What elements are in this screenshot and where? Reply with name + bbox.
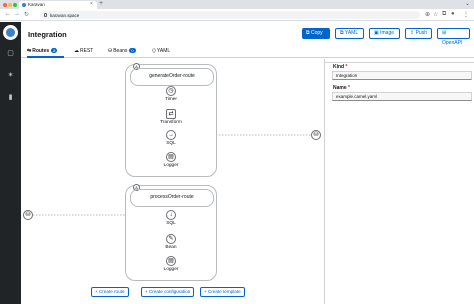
tab-routes[interactable]: ⇆Routes 2 — [27, 46, 64, 58]
kind-field[interactable]: Integration — [332, 71, 472, 80]
logger-icon: ▤ — [166, 152, 176, 162]
rest-icon: ☁ — [74, 48, 79, 54]
step-label: Transform — [160, 120, 182, 125]
maximize-window-button[interactable] — [13, 3, 17, 7]
create-route-button[interactable]: + Create route — [91, 287, 129, 297]
tab-close-icon[interactable]: × — [90, 1, 93, 7]
clock-icon: ◷ — [166, 86, 176, 96]
send-arrow-icon: → — [166, 130, 176, 140]
address-bar: ← → ↻ karavan.space ⊕ ☆ ⧉ ● ⋮ — [0, 9, 474, 21]
browser-menu-icon[interactable]: ⋮ — [463, 11, 469, 18]
openapi-button-label: OpenAPI — [442, 39, 463, 46]
route-name: processOrder-route — [150, 194, 194, 200]
kind-label: Kind * — [333, 64, 347, 70]
design-canvas[interactable]: A generateOrder-route ◷ Timer ⇄ Transfor… — [21, 59, 324, 304]
name-label: Name * — [333, 85, 350, 91]
integrations-icon[interactable]: ▢ — [6, 49, 15, 58]
image-button[interactable]: ▣ Image — [369, 28, 400, 39]
yaml-button[interactable]: ⧉ YAML — [335, 28, 364, 39]
tab-routes-label: Routes — [32, 48, 50, 54]
route-header[interactable]: generateOrder-route — [130, 68, 214, 86]
side-navigation: ▢ ✶ ▮ — [0, 22, 21, 304]
push-button[interactable]: ⇪ Push — [405, 28, 432, 39]
browser-tab[interactable]: Karavan × — [19, 1, 97, 9]
image-button-label: Image — [380, 30, 395, 36]
route-name: generateOrder-route — [149, 73, 195, 79]
tab-search-icon[interactable]: ⌄ — [465, 0, 470, 7]
copy-button-label: Copy — [310, 30, 323, 36]
step-label: Timer — [164, 97, 178, 102]
tab-beans[interactable]: ⛁Beans 0 — [108, 46, 144, 58]
create-configuration-button[interactable]: + Create configuration — [141, 287, 195, 297]
karavan-favicon-icon — [22, 3, 26, 7]
page-title: Integration — [28, 30, 67, 39]
logo-mark — [6, 28, 15, 37]
back-arrow-icon[interactable]: ← — [5, 11, 11, 17]
step-label: Bean — [165, 245, 177, 250]
bean-icon: ✎ — [166, 234, 176, 244]
beans-icon: ⛁ — [108, 48, 113, 54]
profile-icon[interactable]: ● — [451, 11, 455, 17]
properties-panel: Kind * Integration Name * example.camel.… — [324, 59, 474, 304]
minimize-window-button[interactable] — [8, 3, 12, 7]
components-icon[interactable]: ▮ — [6, 93, 15, 102]
browser-tab-bar: Karavan × + ⌄ — [0, 0, 474, 9]
designer-tabs: ⇆Routes 2 ☁REST ⛁Beans 0 ⟨⟩YAML — [21, 46, 474, 58]
kind-label-text: Kind — [333, 64, 345, 70]
tab-yaml-label: YAML — [156, 48, 171, 54]
transform-icon: ⇄ — [166, 109, 176, 119]
code-icon: ⟨⟩ — [152, 48, 156, 54]
tab-yaml[interactable]: ⟨⟩YAML — [152, 46, 180, 58]
close-window-button[interactable] — [3, 3, 7, 7]
browser-tab-title: Karavan — [28, 2, 45, 7]
yaml-button-label: YAML — [344, 30, 359, 36]
receive-arrow-icon: ↓ — [166, 210, 176, 220]
url-text: karavan.space — [50, 12, 80, 18]
step-label: Logger — [163, 163, 179, 168]
push-button-label: Push — [415, 30, 427, 36]
step-label: SQL — [166, 221, 176, 226]
extensions-icon[interactable]: ⧉ — [442, 11, 446, 18]
site-info-icon[interactable] — [44, 13, 47, 17]
create-template-button[interactable]: + Create template — [200, 287, 245, 297]
copy-button[interactable]: ⧉ Copy — [302, 28, 330, 39]
zoom-icon[interactable]: ⊕ — [425, 11, 430, 18]
database-icon[interactable]: ⛁ — [311, 130, 321, 140]
karavan-logo[interactable] — [3, 25, 18, 40]
new-tab-button[interactable]: + — [99, 0, 103, 7]
forward-arrow-icon[interactable]: → — [14, 11, 20, 17]
beans-count-badge: 0 — [129, 48, 136, 54]
step-label: Logger — [163, 267, 179, 272]
routes-icon: ⇆ — [27, 48, 32, 54]
routes-count-badge: 2 — [51, 48, 58, 54]
properties-header — [325, 59, 474, 63]
bookmark-star-icon[interactable]: ☆ — [433, 11, 438, 18]
tab-rest-label: REST — [80, 48, 94, 54]
step-label: SQL — [166, 141, 176, 146]
name-label-text: Name — [333, 85, 347, 91]
logger-icon: ▤ — [166, 256, 176, 266]
required-marker: * — [348, 85, 350, 91]
tab-rest[interactable]: ☁REST — [74, 46, 102, 58]
url-input[interactable]: karavan.space — [40, 11, 420, 19]
name-field[interactable]: example.camel.yaml — [332, 92, 472, 101]
route-header[interactable]: processOrder-route — [130, 189, 214, 207]
tab-beans-label: Beans — [113, 48, 128, 54]
kamelets-icon[interactable]: ✶ — [6, 71, 15, 80]
reload-icon[interactable]: ↻ — [24, 11, 29, 18]
database-icon[interactable]: ⛁ — [23, 210, 33, 220]
openapi-button[interactable]: ⊞ OpenAPI — [437, 28, 470, 46]
required-marker: * — [345, 64, 348, 70]
